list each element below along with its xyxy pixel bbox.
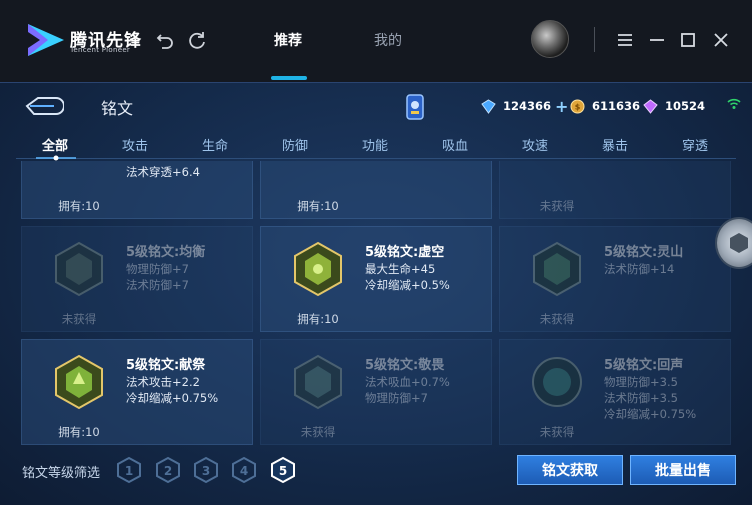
diamond-amount: 124366 <box>503 99 552 113</box>
card-attr: 冷却缩减+0.75% <box>604 407 697 421</box>
card-owned: 未获得 <box>539 199 575 213</box>
gold-amount: 611636 <box>592 99 641 113</box>
gold-coin-icon: $ <box>570 99 585 113</box>
brand-name-en: Tencent Pioneer <box>70 46 131 54</box>
crystal-icon <box>643 98 658 114</box>
user-avatar[interactable] <box>531 20 569 58</box>
level-filter-5[interactable]: 5 <box>270 456 296 484</box>
inscription-card[interactable]: 拥有:10 <box>260 161 492 219</box>
inscription-card[interactable]: 5级铭文:灵山 法术防御+14 未获得 <box>499 226 731 332</box>
titlebar-divider <box>594 27 595 52</box>
inscription-gem-icon <box>55 241 103 297</box>
inscription-gem-icon <box>532 357 582 407</box>
add-diamond-button[interactable]: + <box>555 97 568 116</box>
inscription-gem-icon <box>55 354 103 410</box>
card-owned: 拥有:10 <box>297 199 339 213</box>
tab-attack-speed[interactable]: 攻速 <box>522 135 548 154</box>
tab-crit[interactable]: 暴击 <box>602 135 628 154</box>
card-attr: 物理防御+7 <box>126 262 189 276</box>
title-bar: 腾讯先锋 Tencent Pioneer 推荐 我的 <box>0 0 752 82</box>
inscription-card[interactable]: 未获得 <box>499 161 731 219</box>
menu-icon[interactable] <box>614 29 636 51</box>
inscription-card[interactable]: 5级铭文:敬畏 法术吸血+0.7% 物理防御+7 未获得 <box>260 339 492 445</box>
top-tab-mine[interactable]: 我的 <box>374 30 402 50</box>
tab-attack[interactable]: 攻击 <box>122 135 148 154</box>
active-tab-indicator <box>271 76 307 80</box>
inscription-card[interactable]: 5级铭文:虚空 最大生命+45 冷却缩减+0.5% 拥有:10 <box>260 226 492 332</box>
inscription-gem-icon <box>533 241 581 297</box>
svg-text:4: 4 <box>240 464 248 478</box>
diamond-balance: 124366 + <box>481 96 568 116</box>
tencent-pioneer-logo-icon <box>28 24 64 56</box>
card-name: 5级铭文:献祭 <box>126 358 206 373</box>
card-attr: 法术吸血+0.7% <box>365 375 450 389</box>
card-owned: 拥有:10 <box>297 312 339 326</box>
card-attr: 法术防御+14 <box>604 262 675 276</box>
level-filter-2[interactable]: 2 <box>155 456 181 484</box>
undo-back-icon[interactable] <box>154 29 176 51</box>
level-filter-1[interactable]: 1 <box>116 456 142 484</box>
minimize-icon[interactable] <box>646 29 668 51</box>
inscription-page: 铭文 124366 + $ 611636 10524 全部 攻击 生命 防御 功… <box>0 82 752 505</box>
back-arrow-icon[interactable] <box>24 95 64 117</box>
svg-text:5: 5 <box>279 464 287 478</box>
level-filter-4[interactable]: 4 <box>231 456 257 484</box>
emblem-card-icon[interactable] <box>404 93 426 121</box>
card-attr: 法术穿透+6.4 <box>126 165 200 179</box>
bulk-sell-button[interactable]: 批量出售 <box>630 455 736 485</box>
card-owned: 未获得 <box>300 425 336 439</box>
diamond-icon <box>481 98 496 114</box>
acquire-inscription-button[interactable]: 铭文获取 <box>517 455 623 485</box>
svg-text:2: 2 <box>164 464 172 478</box>
card-owned: 未获得 <box>539 425 575 439</box>
card-name: 5级铭文:虚空 <box>365 245 445 260</box>
inscription-card[interactable]: 法术穿透+6.4 拥有:10 <box>21 161 253 219</box>
tabs-divider <box>16 158 736 159</box>
card-attr: 法术防御+3.5 <box>604 391 678 405</box>
tab-utility[interactable]: 功能 <box>362 135 388 154</box>
tab-lifesteal[interactable]: 吸血 <box>442 135 468 154</box>
inscription-card[interactable]: 5级铭文:献祭 法术攻击+2.2 冷却缩减+0.75% 拥有:10 <box>21 339 253 445</box>
card-attr: 物理防御+7 <box>365 391 428 405</box>
tab-defense[interactable]: 防御 <box>282 135 308 154</box>
level-filter-3[interactable]: 3 <box>193 456 219 484</box>
card-name: 5级铭文:灵山 <box>604 245 684 260</box>
tab-penetration[interactable]: 穿透 <box>682 135 708 154</box>
card-owned: 未获得 <box>539 312 575 326</box>
card-attr: 冷却缩减+0.75% <box>126 391 219 405</box>
svg-text:3: 3 <box>202 464 210 478</box>
card-name: 5级铭文:敬畏 <box>365 358 445 373</box>
card-name: 5级铭文:回声 <box>604 358 684 373</box>
hexagon-icon <box>730 233 748 253</box>
wifi-signal-icon <box>727 98 741 109</box>
card-owned: 未获得 <box>61 312 97 326</box>
card-attr: 法术防御+7 <box>126 278 189 292</box>
inscription-gem-icon <box>294 354 342 410</box>
maximize-icon[interactable] <box>677 29 699 51</box>
card-attr: 法术攻击+2.2 <box>126 375 200 389</box>
card-owned: 拥有:10 <box>58 425 100 439</box>
card-attr: 最大生命+45 <box>365 262 436 276</box>
inscription-gem-icon <box>294 241 342 297</box>
svg-text:1: 1 <box>125 464 133 478</box>
crystal-amount: 10524 <box>665 99 706 113</box>
card-attr: 冷却缩减+0.5% <box>365 278 450 292</box>
refresh-icon[interactable] <box>186 29 208 51</box>
card-name: 5级铭文:均衡 <box>126 245 206 260</box>
inscription-card[interactable]: 5级铭文:回声 物理防御+3.5 法术防御+3.5 冷却缩减+0.75% 未获得 <box>499 339 731 445</box>
gold-balance: $ 611636 <box>570 96 640 116</box>
page-title: 铭文 <box>101 99 134 118</box>
level-filter-label: 铭文等级筛选 <box>22 466 101 481</box>
svg-text:$: $ <box>575 102 581 111</box>
side-panel-toggle[interactable] <box>715 217 752 269</box>
card-attr: 物理防御+3.5 <box>604 375 678 389</box>
tab-all[interactable]: 全部 <box>42 135 68 154</box>
tab-health[interactable]: 生命 <box>202 135 228 154</box>
top-tab-recommend[interactable]: 推荐 <box>274 30 302 50</box>
inscription-card[interactable]: 5级铭文:均衡 物理防御+7 法术防御+7 未获得 <box>21 226 253 332</box>
crystal-balance: 10524 <box>643 96 705 116</box>
card-owned: 拥有:10 <box>58 199 100 213</box>
close-icon[interactable] <box>710 29 732 51</box>
inscription-grid: 法术穿透+6.4 拥有:10 拥有:10 未获得 5级铭文:均衡 物理防御+7 … <box>0 161 752 451</box>
